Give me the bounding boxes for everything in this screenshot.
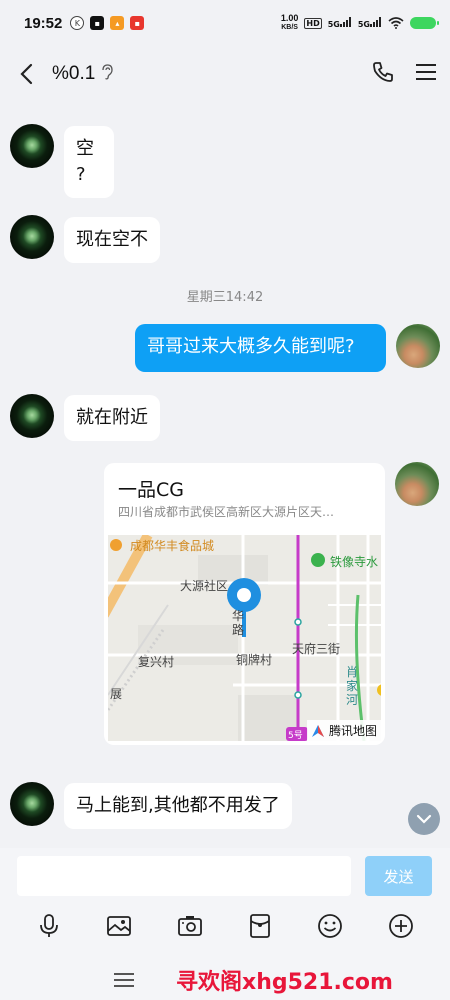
map-brand-text: 腾讯地图	[328, 724, 377, 738]
microphone-icon[interactable]	[35, 912, 63, 940]
status-time: 19:52	[24, 14, 63, 32]
message-row: 就在附近	[10, 394, 160, 441]
message-bubble[interactable]: 就在附近	[64, 395, 160, 441]
battery-icon	[410, 17, 439, 29]
map-label: 铁像寺水	[330, 555, 379, 569]
menu-icon[interactable]	[416, 63, 436, 85]
location-address: 四川省成都市武侯区高新区大源片区天…	[118, 505, 335, 519]
message-bubble[interactable]: 空 ?	[64, 126, 114, 198]
tencent-map-icon	[311, 724, 324, 737]
back-arrow-icon[interactable]	[14, 62, 38, 86]
my-avatar[interactable]	[396, 324, 440, 368]
emoji-icon[interactable]	[316, 912, 344, 940]
message-text: ?	[76, 164, 86, 185]
wifi-icon	[388, 17, 404, 29]
map-label: 展	[110, 687, 123, 701]
message-row: 哥哥过来大概多久能到呢?	[135, 324, 440, 372]
friend-avatar[interactable]	[10, 124, 54, 168]
message-row: 现在空不	[10, 215, 160, 263]
app-icon-2: ▴	[110, 16, 125, 30]
map-brand: 腾讯地图	[306, 720, 381, 741]
time-separator: 星期三14:42	[186, 290, 264, 305]
location-name: 一品CG	[118, 479, 184, 501]
camera-icon[interactable]	[176, 912, 204, 940]
image-icon[interactable]	[105, 912, 133, 940]
message-text: 就在附近	[76, 407, 148, 428]
map-label: 大源社区	[180, 579, 229, 593]
message-text: 哥哥过来大概多久能到呢?	[147, 336, 355, 357]
message-bubble[interactable]: 哥哥过来大概多久能到呢?	[135, 324, 386, 372]
toolbar	[0, 908, 450, 944]
signal-2: 5G	[358, 17, 382, 29]
location-card[interactable]: 一品CG 四川省成都市武侯区高新区大源片区天… 成都华丰食品城 铁像寺水 大源社…	[104, 463, 385, 745]
hd-badge: HD	[304, 17, 322, 29]
friend-avatar[interactable]	[10, 215, 54, 259]
map-label: 铜牌村	[236, 653, 273, 667]
map-label: 肖 家 河	[346, 665, 359, 707]
plus-icon[interactable]	[387, 912, 415, 940]
message-row: 马上能到,其他都不用发了	[10, 782, 292, 829]
friend-avatar[interactable]	[10, 394, 54, 438]
map-label: 天府三街	[292, 642, 341, 656]
map-label: 成都华丰食品城	[130, 539, 215, 553]
input-area: 发送 寻欢阁xhg521.com	[0, 848, 450, 1000]
k-icon: K	[70, 16, 85, 30]
scroll-down-button[interactable]	[408, 803, 440, 835]
status-bar: 19:52 K ▪ ▴ ▪ 1.00 KB/S HD 5G 5G	[0, 0, 450, 46]
message-row: 空 ?	[10, 124, 114, 198]
status-indicators: 1.00 KB/S HD 5G 5G	[281, 14, 439, 32]
location-map[interactable]: 成都华丰食品城 铁像寺水 大源社区 华 路 天府三街 复兴村 铜牌村 肖 家 河…	[108, 535, 381, 741]
net-speed: 1.00 KB/S	[281, 14, 299, 32]
app-icon-1: ▪	[90, 16, 105, 30]
map-label: 复兴村	[138, 655, 175, 669]
message-bubble[interactable]: 现在空不	[64, 217, 160, 263]
signal-1: 5G	[328, 17, 352, 29]
ear-icon	[101, 64, 113, 84]
chevron-down-icon	[416, 814, 432, 824]
message-text: 马上能到,其他都不用发了	[76, 795, 280, 816]
map-label: 华 路	[232, 609, 245, 637]
system-nav-bar: 寻欢阁xhg521.com	[0, 958, 450, 1000]
phone-icon[interactable]	[372, 61, 394, 87]
chat-header: %0.1	[0, 46, 450, 102]
net-speed-unit: KB/S	[281, 24, 298, 31]
watermark: 寻欢阁xhg521.com	[176, 970, 393, 995]
chat-title[interactable]: %0.1	[52, 63, 95, 85]
friend-avatar[interactable]	[10, 782, 54, 826]
net-speed-value: 1.00	[280, 13, 299, 23]
map-label: 5号	[288, 731, 303, 741]
message-bubble[interactable]: 马上能到,其他都不用发了	[64, 783, 292, 829]
message-input[interactable]	[17, 856, 351, 896]
app-icon-3: ▪	[130, 16, 145, 30]
red-packet-icon[interactable]	[246, 912, 274, 940]
send-button[interactable]: 发送	[365, 856, 432, 896]
message-text: 空	[76, 138, 94, 159]
my-avatar[interactable]	[395, 462, 439, 506]
message-text: 现在空不	[76, 229, 148, 250]
nav-menu-icon[interactable]	[114, 972, 134, 992]
